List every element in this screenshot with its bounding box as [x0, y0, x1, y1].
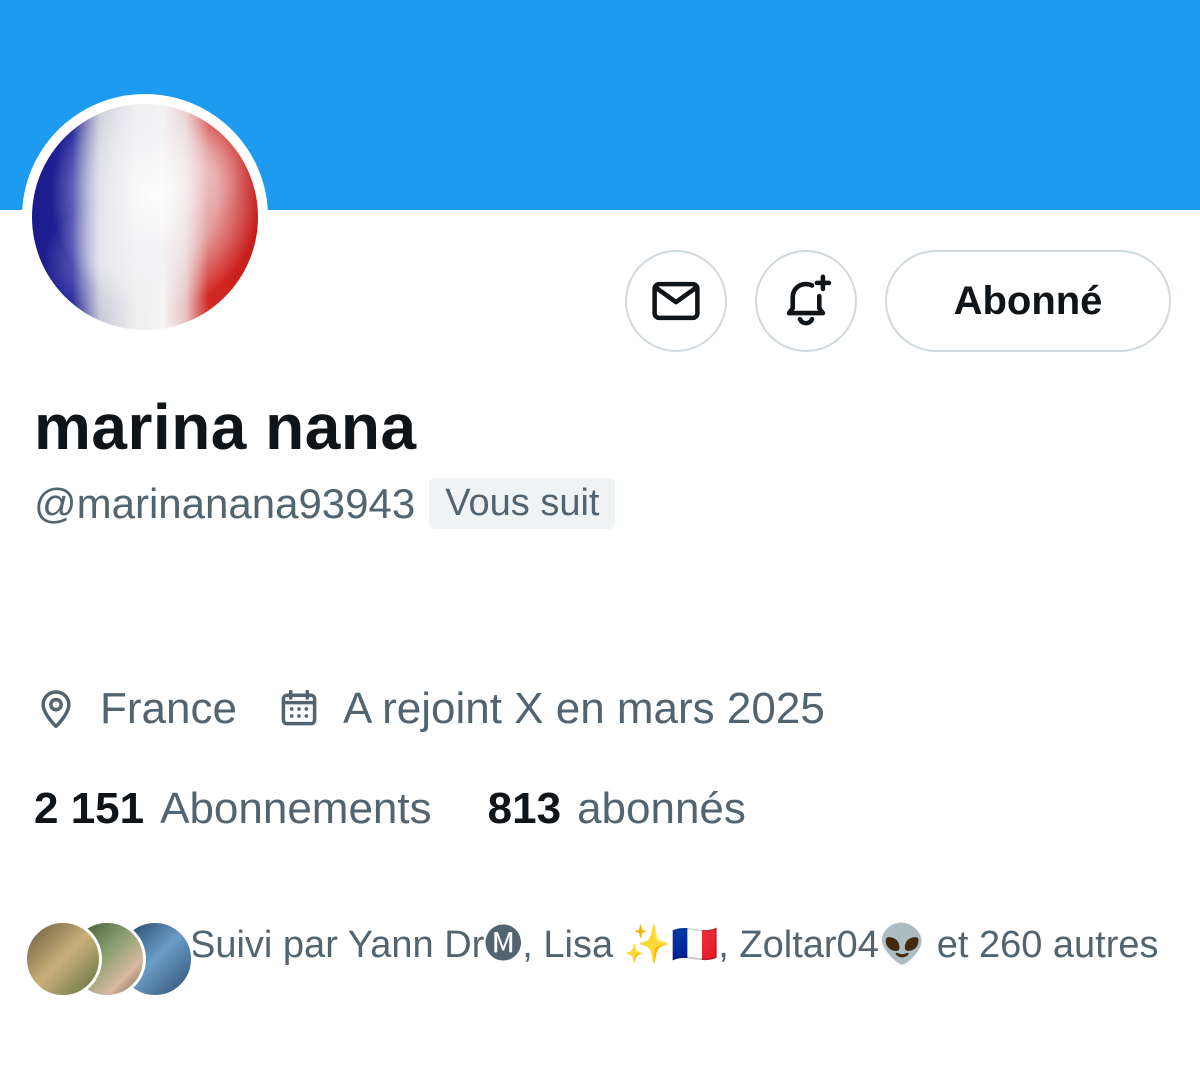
message-button[interactable]	[625, 250, 727, 352]
joined-text: A rejoint X en mars 2025	[342, 684, 825, 733]
user-handle: @marinanana93943	[34, 479, 416, 527]
location-item: France	[34, 684, 237, 734]
following-button[interactable]: Abonné	[885, 250, 1171, 352]
location-pin-icon	[41, 690, 71, 729]
follow-stats: 2 151 Abonnements 813 abonnés	[34, 784, 746, 834]
following-count: 2 151	[34, 784, 145, 833]
handle-row: @marinanana93943 Vous suit	[34, 478, 616, 529]
joined-item: A rejoint X en mars 2025	[277, 684, 825, 734]
profile-meta: France A rejoint X en mars 2025	[34, 684, 825, 734]
profile-page: Abonné marina nana @marinanana93943 Vous…	[0, 0, 1200, 1077]
following-stat[interactable]: 2 151 Abonnements	[34, 784, 432, 834]
notify-button[interactable]	[755, 250, 857, 352]
follower-avatar	[24, 920, 102, 998]
calendar-icon	[281, 689, 317, 726]
profile-avatar-frame	[22, 94, 268, 340]
followed-by-avatars	[24, 920, 194, 1000]
profile-avatar[interactable]	[32, 104, 258, 330]
followed-by-text: Suivi par Yann Dr🅜, Lisa ✨🇫🇷, Zoltar04👽 …	[190, 924, 1159, 966]
bell-plus-icon	[786, 274, 832, 326]
following-label: Abonnements	[160, 784, 432, 833]
location-text: France	[100, 684, 237, 733]
followers-count: 813	[487, 784, 562, 833]
followers-stat[interactable]: 813 abonnés	[488, 784, 746, 834]
followed-by[interactable]: Suivi par Yann Dr🅜, Lisa ✨🇫🇷, Zoltar04👽 …	[24, 916, 1184, 1000]
followers-label: abonnés	[577, 784, 746, 833]
display-name: marina nana	[34, 391, 417, 463]
follows-you-badge: Vous suit	[429, 478, 616, 529]
envelope-icon	[652, 281, 700, 321]
